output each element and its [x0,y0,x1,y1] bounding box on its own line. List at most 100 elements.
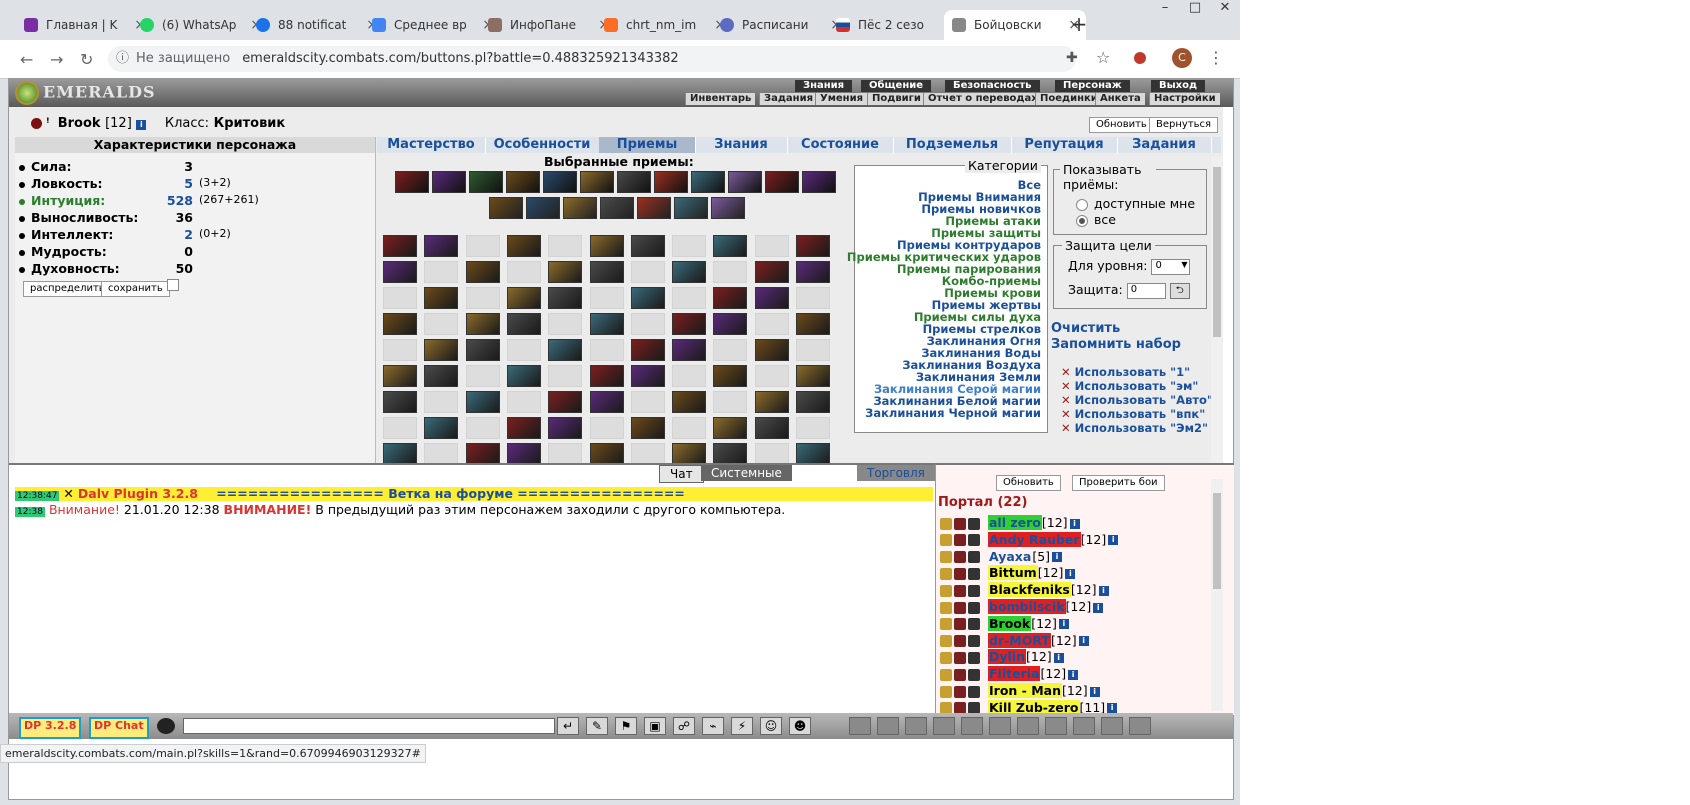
remember-set-link[interactable]: Запомнить набор [1051,337,1181,352]
player-name[interactable]: dr-MORT [988,632,1051,648]
player-row[interactable]: bombilscik[12] i [940,599,1104,615]
scroll-thumb[interactable] [1213,167,1221,337]
technique-icon[interactable] [754,235,789,257]
technique-icon[interactable] [713,261,748,283]
action-button-icon[interactable] [961,717,983,735]
player-row[interactable]: Blackfeniks[12] i [940,582,1109,598]
selected-technique-icon[interactable] [469,171,503,193]
technique-icon[interactable] [383,391,417,413]
submenu-transfer-report[interactable]: Отчет о переводах [923,93,1042,105]
menu-knowledge[interactable]: Знания [795,80,853,92]
radio-available[interactable]: доступные мне [1076,196,1195,211]
toolbar-button-icon[interactable]: ⌁ [702,717,724,735]
back-button[interactable]: Вернуться [1149,117,1219,133]
player-info-icon[interactable]: i [1053,652,1064,663]
close-icon[interactable]: ✕ [63,486,73,501]
technique-icon[interactable] [465,261,500,283]
delete-set-icon[interactable]: ✕ [1061,379,1071,393]
radio-icon[interactable] [1076,198,1088,211]
technique-icon[interactable] [506,313,541,335]
technique-icon[interactable] [424,443,459,465]
technique-icon[interactable] [630,391,665,413]
selected-technique-icon[interactable] [526,197,560,219]
technique-icon[interactable] [465,235,500,257]
toolbar-button-icon[interactable]: ↵ [557,717,579,735]
plugin-button[interactable]: DP 3.2.8 [19,717,82,739]
use-set-auto[interactable]: ✕ Использовать "Авто" [1061,393,1213,407]
technique-icon[interactable] [548,339,583,361]
minimize-icon[interactable]: – [1150,0,1180,20]
action-button-icon[interactable] [989,717,1011,735]
technique-icon[interactable] [465,417,500,439]
technique-icon[interactable] [424,417,459,439]
player-info-icon[interactable]: i [1107,703,1118,714]
tab-state[interactable]: Состояние [787,137,894,153]
technique-icon[interactable] [589,417,624,439]
technique-icon[interactable] [589,287,624,309]
apply-protection-icon[interactable]: ⮌ [1169,282,1190,299]
technique-icon[interactable] [630,235,665,257]
use-set-1[interactable]: ✕ Использовать "1" [1061,365,1190,379]
selected-technique-icon[interactable] [489,197,523,219]
technique-icon[interactable] [465,365,500,387]
submenu-quests[interactable]: Задания [759,93,818,105]
protection-input[interactable]: 0 [1126,282,1166,299]
action-button-icon[interactable] [905,717,927,735]
action-button-icon[interactable] [1073,717,1095,735]
browser-tab-active[interactable]: Бойцовски × [944,10,1086,40]
technique-icon[interactable] [383,443,417,465]
technique-icon[interactable] [754,339,789,361]
player-name[interactable]: Dylin [988,649,1026,665]
technique-icon[interactable] [548,417,583,439]
technique-icon[interactable] [713,417,748,439]
timestamp[interactable]: 12:38 [15,507,45,517]
extension-icon[interactable]: ✚ [1066,50,1078,66]
toolbar-button-icon[interactable]: ☺ [760,717,782,735]
player-row[interactable]: Ayaxa[5] i [940,549,1063,565]
technique-icon[interactable] [754,313,789,335]
technique-icon[interactable] [672,365,707,387]
action-button-icon[interactable] [877,717,899,735]
new-tab-icon[interactable]: + [1068,14,1090,36]
technique-icon[interactable] [672,417,707,439]
selected-technique-icon[interactable] [580,171,614,193]
selected-technique-icon[interactable] [728,171,762,193]
forum-thread-link[interactable]: ================ Ветка на форуме =======… [216,486,685,501]
selected-technique-icon[interactable] [395,171,429,193]
technique-icon[interactable] [589,365,624,387]
save-stats-button[interactable]: сохранить [101,281,170,297]
selected-technique-icon[interactable] [543,171,577,193]
technique-icon[interactable] [383,313,417,335]
technique-icon[interactable] [506,261,541,283]
player-name[interactable]: Blackfeniks [988,582,1071,598]
action-button-icon[interactable] [1129,717,1151,735]
technique-icon[interactable] [424,235,459,257]
technique-icon[interactable] [548,261,583,283]
technique-icon[interactable] [796,339,830,361]
technique-icon[interactable] [589,261,624,283]
toolbar-button-icon[interactable]: ✎ [586,717,608,735]
player-name[interactable]: Filteria [988,666,1041,682]
tab-dungeons[interactable]: Подземелья [893,137,1012,153]
tab-techniques[interactable]: Приемы [599,137,696,153]
info-icon[interactable]: ⓘ [116,46,129,72]
tab-knowledge[interactable]: Знания [695,137,788,153]
action-button-icon[interactable] [1101,717,1123,735]
players-scrollbar[interactable] [1211,479,1223,711]
back-icon[interactable]: ← [20,50,33,69]
selected-technique-icon[interactable] [563,197,597,219]
technique-icon[interactable] [672,261,707,283]
scroll-thumb[interactable] [1213,493,1221,589]
technique-icon[interactable] [796,261,830,283]
browser-menu-icon[interactable]: ⋮ [1208,48,1224,67]
technique-icon[interactable] [672,391,707,413]
technique-icon[interactable] [672,287,707,309]
timestamp[interactable]: 12:38:47 [15,491,60,501]
toolbar-button-icon[interactable]: ☍ [673,717,695,735]
player-info-icon[interactable]: i [1058,619,1069,630]
selected-technique-icon[interactable] [654,171,688,193]
selected-technique-icon[interactable] [765,171,799,193]
selected-technique-icon[interactable] [637,197,671,219]
plugin-chat-button[interactable]: DP Chat [89,717,149,739]
player-info-icon[interactable]: i [1065,568,1076,579]
